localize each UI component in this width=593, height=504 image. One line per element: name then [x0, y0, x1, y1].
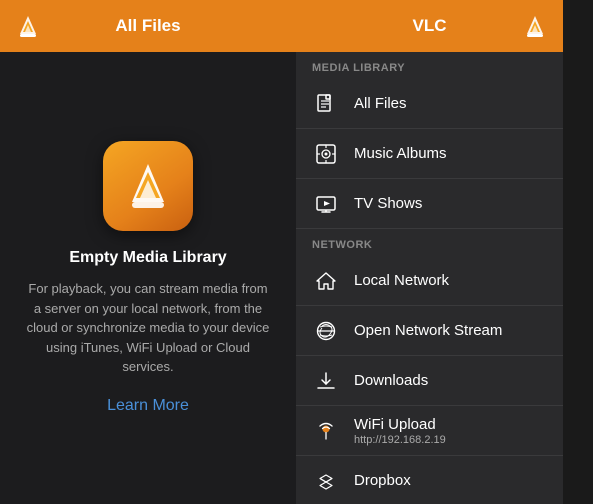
menu-item-music-albums[interactable]: Music Albums [296, 129, 563, 179]
section-network: Network [296, 229, 563, 256]
menu-item-all-files[interactable]: All Files [296, 79, 563, 129]
left-panel: All Files Empty Media Library For playba… [0, 0, 296, 504]
vlc-cone-right-icon [521, 12, 549, 40]
menu-content: Media Library All Files [296, 52, 563, 504]
left-content: Empty Media Library For playback, you ca… [0, 52, 296, 504]
right-panel: VLC Media Library All Fil [296, 0, 563, 504]
section-media-library: Media Library [296, 52, 563, 79]
right-header-title: VLC [413, 16, 447, 36]
left-header: All Files [0, 0, 296, 52]
network-icon [312, 267, 340, 295]
menu-item-wifi-upload-subtitle: http://192.168.2.19 [354, 434, 446, 446]
menu-item-wifi-upload-label: WiFi Upload [354, 416, 436, 433]
dropbox-icon [312, 467, 340, 495]
download-icon [312, 367, 340, 395]
menu-item-wifi-upload-text-group: WiFi Upload http://192.168.2.19 [354, 416, 446, 446]
right-header: VLC [296, 0, 563, 52]
menu-item-dropbox-label: Dropbox [354, 472, 411, 489]
empty-title: Empty Media Library [69, 249, 226, 267]
menu-item-tv-shows-label: TV Shows [354, 195, 422, 212]
menu-item-local-network[interactable]: Local Network [296, 256, 563, 306]
menu-item-open-network-stream[interactable]: Open Network Stream [296, 306, 563, 356]
menu-item-all-files-label: All Files [354, 95, 407, 112]
app-icon [103, 141, 193, 231]
tv-icon [312, 190, 340, 218]
menu-item-dropbox[interactable]: Dropbox [296, 456, 563, 504]
menu-item-downloads-label: Downloads [354, 372, 428, 389]
menu-item-tv-shows[interactable]: TV Shows [296, 179, 563, 229]
stream-icon [312, 317, 340, 345]
empty-desc: For playback, you can stream media from … [24, 279, 272, 377]
menu-item-open-network-stream-label: Open Network Stream [354, 322, 502, 339]
menu-item-downloads[interactable]: Downloads [296, 356, 563, 406]
menu-item-music-albums-label: Music Albums [354, 145, 447, 162]
wifi-icon [312, 417, 340, 445]
left-header-title: All Files [115, 16, 180, 36]
file-icon [312, 90, 340, 118]
menu-item-wifi-upload[interactable]: WiFi Upload http://192.168.2.19 [296, 406, 563, 456]
music-icon [312, 140, 340, 168]
learn-more-link[interactable]: Learn More [107, 397, 189, 415]
menu-item-local-network-label: Local Network [354, 272, 449, 289]
vlc-cone-icon [14, 12, 42, 40]
